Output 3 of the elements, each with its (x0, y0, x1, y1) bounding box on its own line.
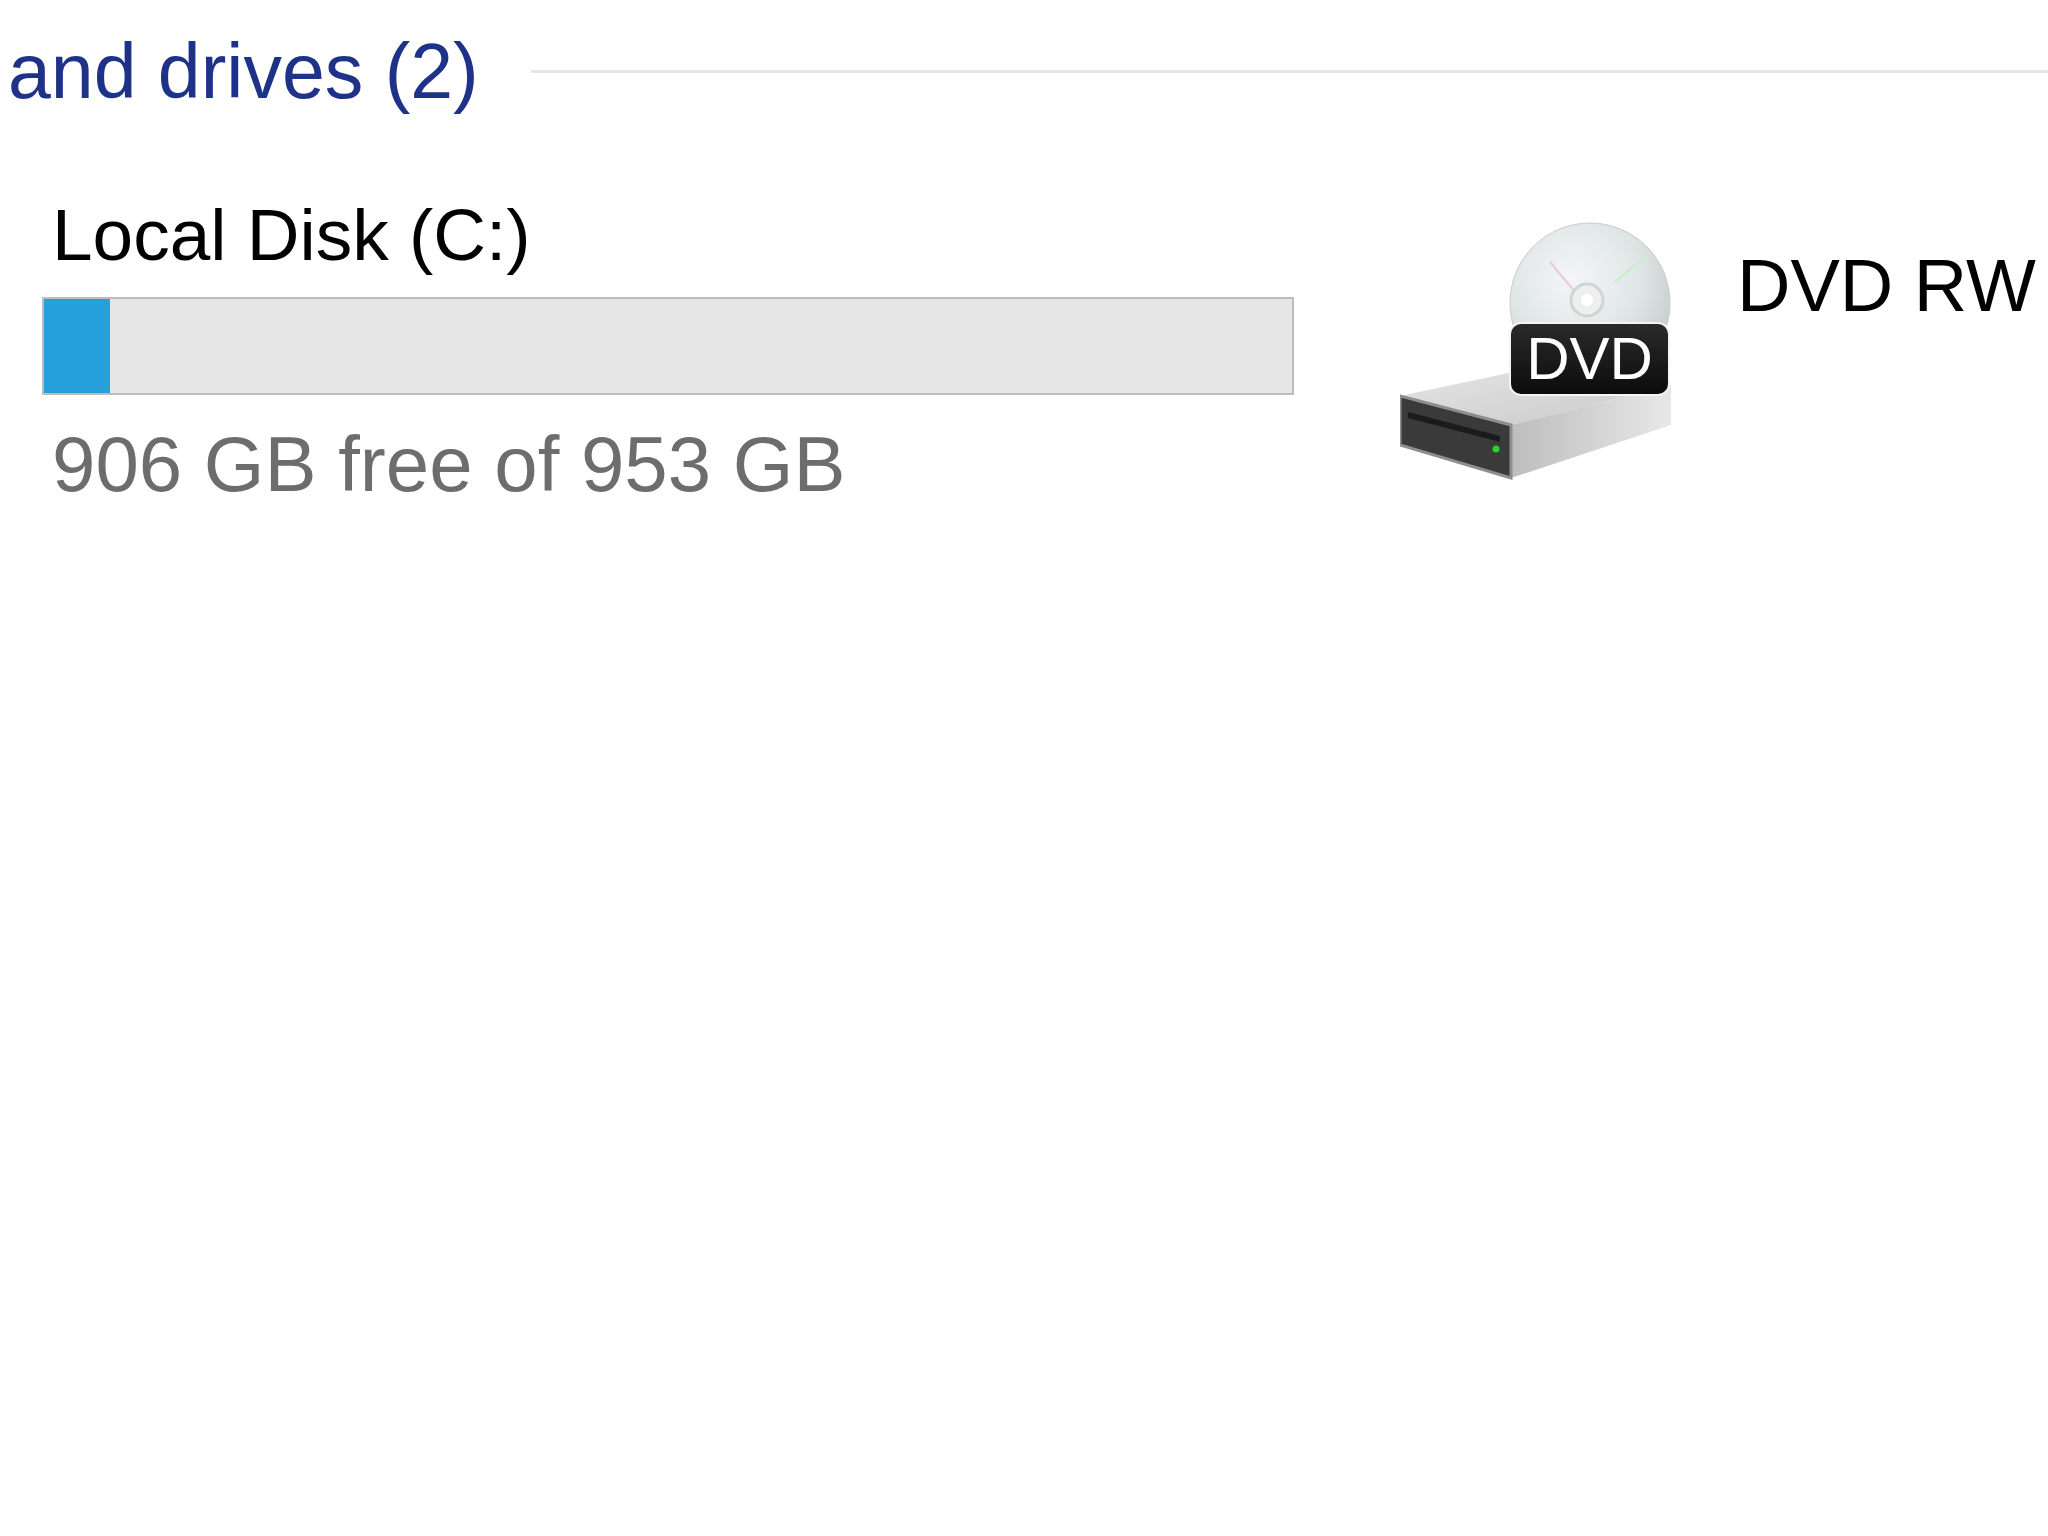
free-space-text: 906 GB free of 953 GB (52, 425, 846, 503)
drive-type-label: DVD (1509, 322, 1670, 396)
drive-name: DVD RW (1737, 249, 2036, 323)
